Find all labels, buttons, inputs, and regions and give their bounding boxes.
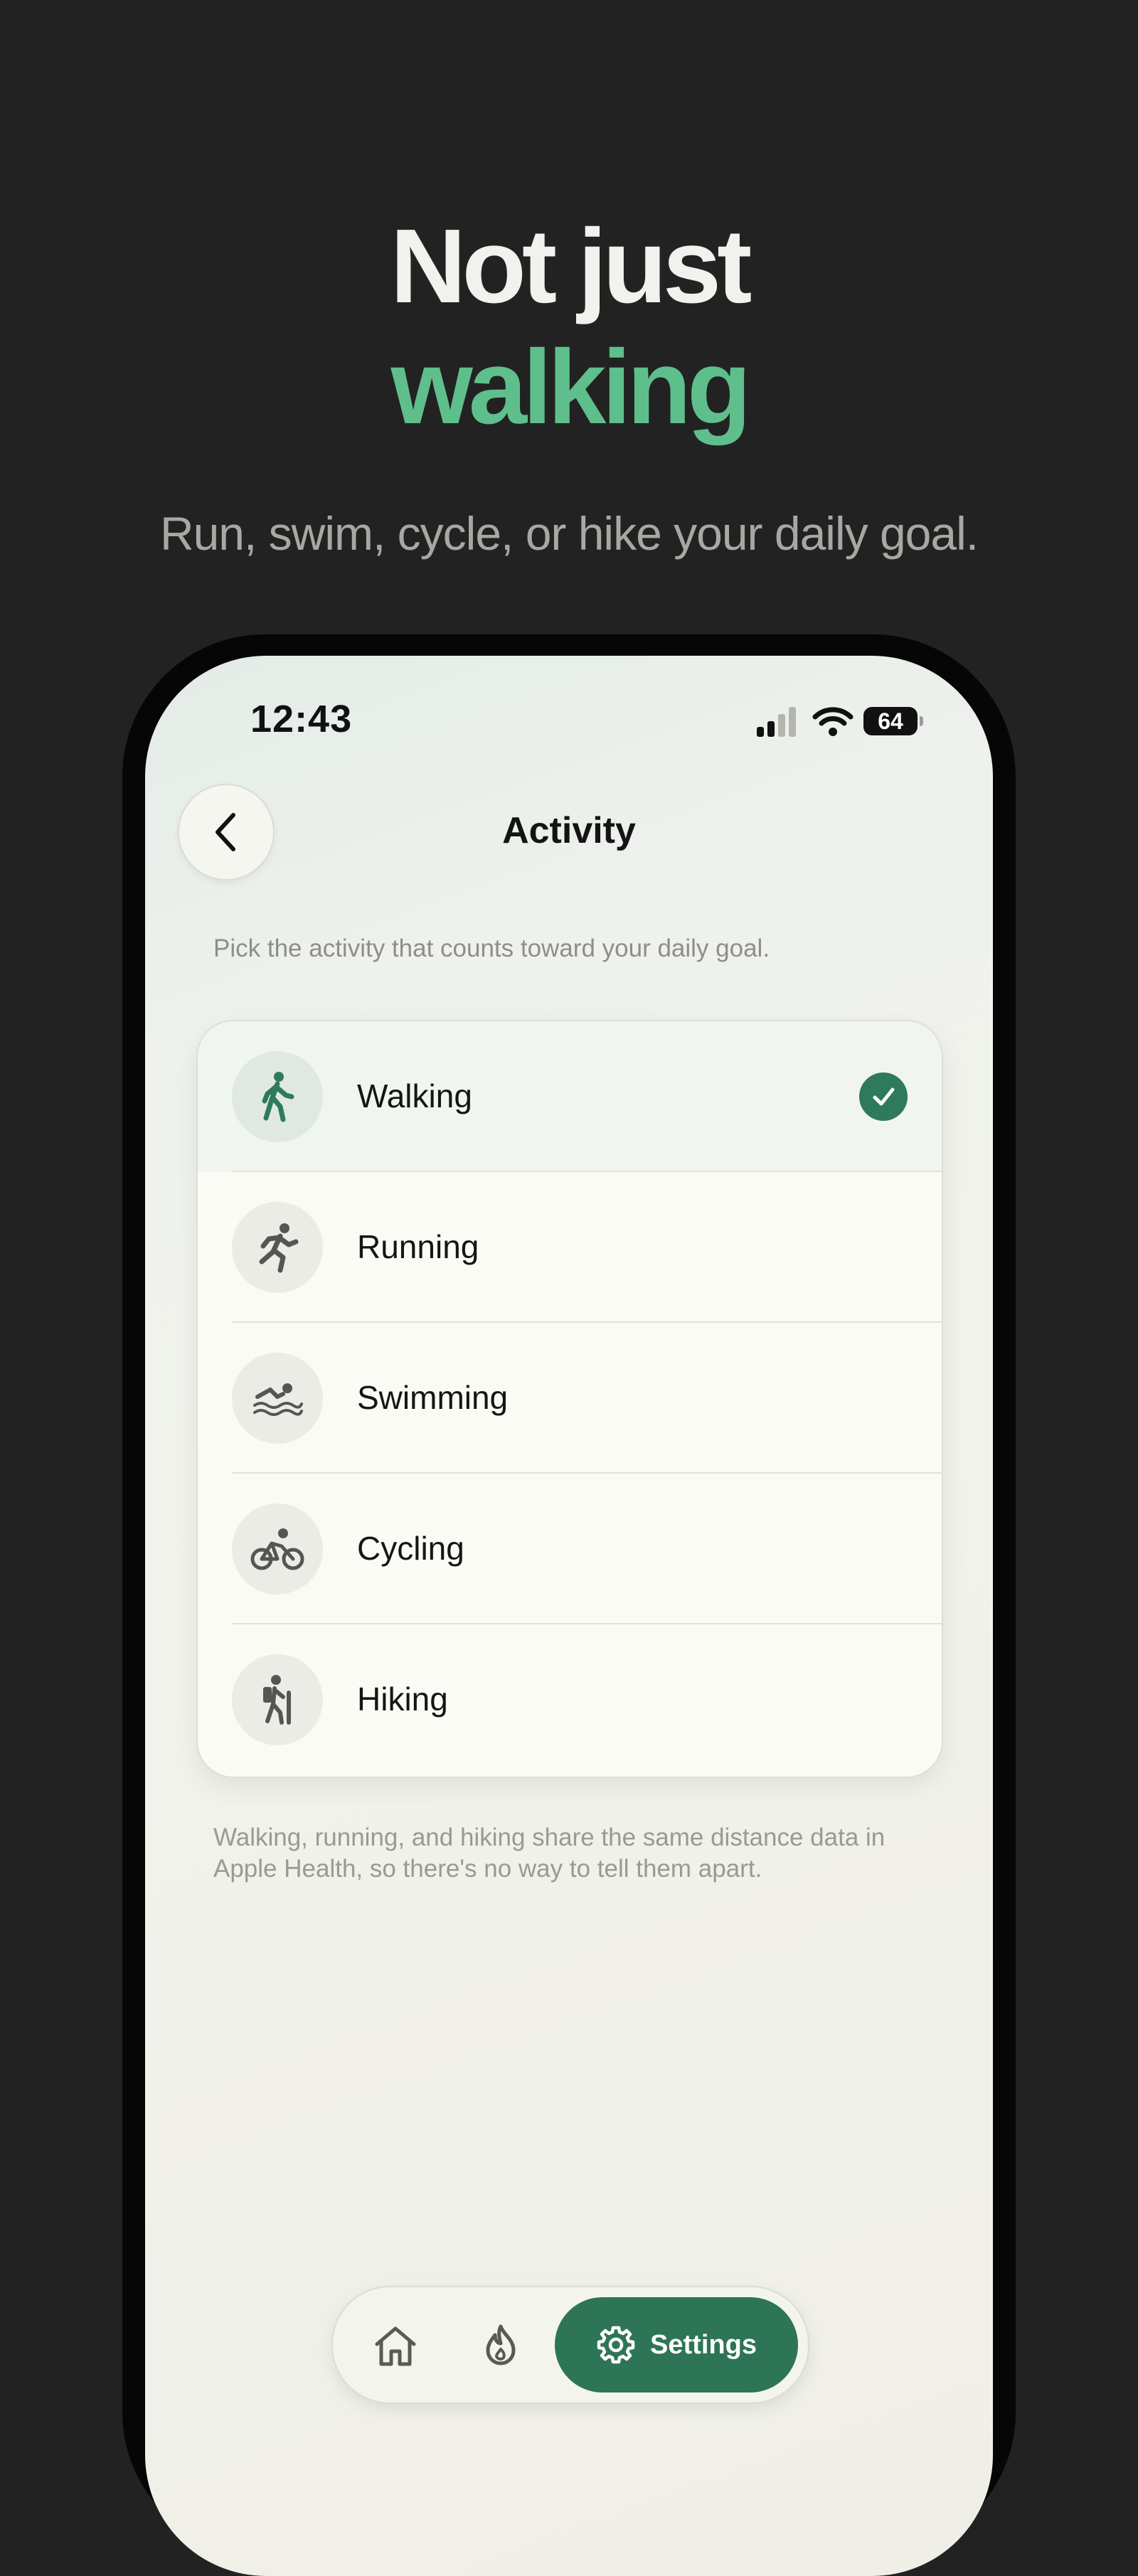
checkmark-icon <box>859 1073 908 1121</box>
tab-home[interactable] <box>367 2317 424 2374</box>
cycling-icon-circle <box>232 1503 323 1595</box>
tab-settings[interactable]: Settings <box>555 2297 798 2393</box>
battery-indicator: 64 <box>863 707 923 735</box>
gear-icon <box>597 2326 635 2364</box>
home-icon <box>375 2326 416 2366</box>
intro-text: Pick the activity that counts toward you… <box>213 935 770 962</box>
activity-option-running[interactable]: Running <box>198 1172 942 1323</box>
tab-bar: Settings <box>331 2286 809 2404</box>
tab-streak[interactable] <box>472 2317 529 2374</box>
activity-label: Hiking <box>357 1681 448 1718</box>
hero-title: Not just walking <box>0 206 1138 448</box>
flame-icon <box>486 2324 516 2365</box>
page-title: Activity <box>502 810 636 851</box>
hero-title-line1: Not just <box>390 208 753 325</box>
tab-settings-label: Settings <box>650 2329 757 2360</box>
activity-label: Cycling <box>357 1530 464 1567</box>
swimming-icon <box>253 1383 303 1416</box>
walking-icon <box>262 1072 294 1122</box>
activity-label: Running <box>357 1228 479 1265</box>
hiking-icon-circle <box>232 1654 323 1745</box>
activity-label: Walking <box>357 1077 472 1114</box>
phone-screen: 12:43 64 Activity Pick the activity that… <box>145 656 993 2576</box>
hiking-icon <box>263 1675 291 1725</box>
activity-option-hiking[interactable]: Hiking <box>198 1624 942 1775</box>
hero-subtitle: Run, swim, cycle, or hike your daily goa… <box>159 507 979 560</box>
cellular-signal-icon <box>757 707 796 737</box>
walking-icon-circle <box>232 1051 323 1142</box>
activity-list: Walking Running Swimming Cycling Hiking <box>196 1020 943 1778</box>
hero-title-line2: walking <box>390 329 752 446</box>
status-time: 12:43 <box>250 698 353 740</box>
activity-label: Swimming <box>357 1379 509 1416</box>
footnote-text: Walking, running, and hiking share the s… <box>213 1824 886 1883</box>
activity-option-cycling[interactable]: Cycling <box>198 1474 942 1624</box>
running-icon <box>259 1223 299 1273</box>
activity-option-walking[interactable]: Walking <box>198 1021 942 1172</box>
activity-option-swimming[interactable]: Swimming <box>198 1323 942 1474</box>
swimming-icon-circle <box>232 1353 323 1444</box>
phone-frame: 12:43 64 Activity Pick the activity that… <box>122 634 1016 2576</box>
wifi-icon <box>812 707 854 736</box>
cycling-icon <box>250 1528 304 1570</box>
running-icon-circle <box>232 1202 323 1293</box>
